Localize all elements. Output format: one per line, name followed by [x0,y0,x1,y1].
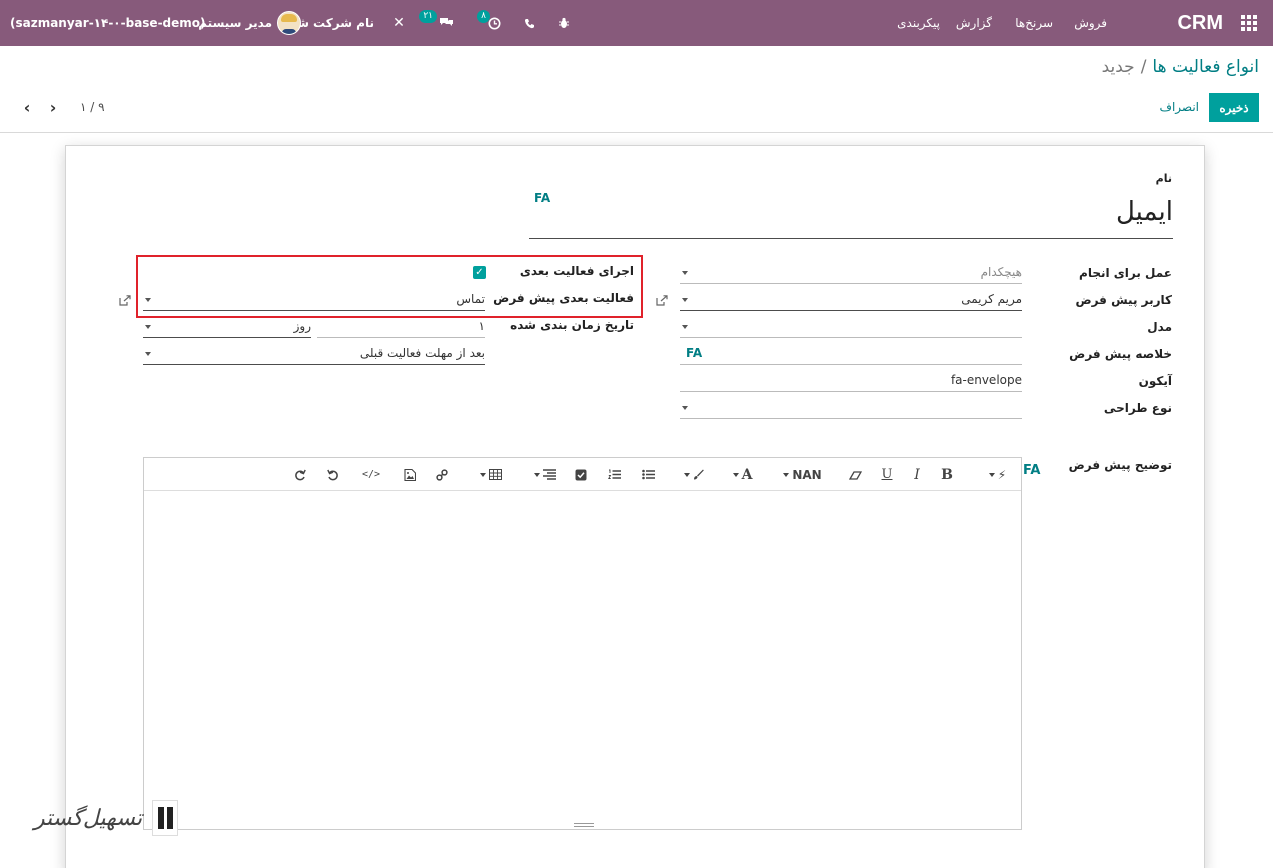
menu-configuration[interactable]: پیکربندی [897,0,940,46]
summary-translate-button[interactable]: FA [686,346,702,360]
font-color-letter: A [741,466,753,483]
watermark: تسهیل‌گستر [34,800,179,836]
activity-clock-icon[interactable] [485,0,503,46]
menu-report[interactable]: گزارش [956,0,992,46]
apps-menu-icon[interactable] [1241,0,1259,46]
top-navbar: CRM فروش سرنخ‌ها گزارش پیکربندی ۸ ۲۱ ✕ ن… [0,0,1273,46]
description-editor[interactable]: ⚡ B I U NAN A </> [143,457,1022,830]
watermark-logo [152,800,179,836]
activity-count-badge: ۸ [477,10,490,23]
messages-chat-icon[interactable] [437,0,455,46]
name-value: ایمیل [1115,197,1173,227]
delay-from-value: بعد از مهلت فعالیت قبلی [359,346,485,360]
model-select[interactable] [680,316,1022,338]
debug-bug-icon[interactable] [555,0,573,46]
magic-wand-icon[interactable]: ⚡ [982,466,1010,483]
pager-next-chevron-icon[interactable]: › [46,97,60,117]
table-icon[interactable] [474,466,504,483]
chevron-down-icon [145,352,151,356]
chevron-down-icon [682,271,688,275]
italic-button[interactable]: I [910,466,924,483]
link-icon[interactable] [434,466,450,483]
image-icon[interactable] [402,466,418,483]
external-link-icon[interactable] [656,295,669,306]
font-size-dropdown[interactable]: NAN [778,466,824,483]
paint-brush-icon[interactable] [678,466,706,483]
delay-unit-value: روز [293,319,311,333]
chevron-down-icon [682,325,688,329]
delay-count-value: ۱ [478,319,485,333]
default-summary-label: خلاصه پیش فرض [1069,347,1172,361]
delay-unit-select[interactable]: روز [143,316,311,338]
bold-button[interactable]: B [939,466,955,483]
font-color-dropdown[interactable]: A [726,466,756,483]
default-user-value: مریم کریمی [961,292,1022,306]
form-sheet: نام FA ایمیل عمل برای انجام هیچکدام کارب… [65,145,1205,868]
action-value: هیچکدام [980,265,1022,279]
decoration-type-label: نوع طراحی [1103,401,1172,415]
chevron-down-icon [682,406,688,410]
action-select[interactable]: هیچکدام [680,262,1022,284]
eraser-icon[interactable] [846,466,864,483]
schedule-date-label: تاریخ زمان بندی شده [510,318,634,332]
delay-count-input[interactable]: ۱ [317,316,485,338]
chevron-down-icon [682,298,688,302]
chevron-down-icon [145,325,151,329]
decoration-type-select[interactable] [680,397,1022,419]
default-user-select[interactable]: مریم کریمی [680,289,1022,311]
database-name: (sazmanyar-۱۴-۰-base-demo) [10,16,206,30]
underline-button[interactable]: U [880,466,894,483]
code-view-icon[interactable]: </> [362,466,380,483]
breadcrumb: انواع فعالیت ها/جدید [1102,57,1259,77]
breadcrumb-current: جدید [1101,57,1135,77]
messages-count-badge: ۲۱ [419,10,437,23]
name-label: نام [1155,172,1172,185]
menu-leads[interactable]: سرنخ‌ها [1015,0,1053,46]
pager-previous-chevron-icon[interactable]: ‹ [20,97,34,117]
numbered-list-icon[interactable] [606,466,622,483]
icon-input[interactable]: fa-envelope [680,370,1022,392]
default-summary-input[interactable]: FA [680,343,1022,365]
save-button[interactable]: ذخیره [1209,93,1259,122]
breadcrumb-parent-link[interactable]: انواع فعالیت ها [1152,57,1259,77]
checklist-icon[interactable] [573,466,589,483]
default-description-label: توضیح پیش فرض [1068,458,1172,472]
external-link-icon[interactable] [119,295,132,306]
editor-toolbar: ⚡ B I U NAN A </> [144,458,1021,491]
menu-sales[interactable]: فروش [1074,0,1107,46]
user-menu[interactable]: مدیر سیستم [198,0,272,46]
tools-icon[interactable]: ✕ [390,0,408,46]
phone-icon[interactable] [520,0,538,46]
breadcrumb-separator: / [1140,57,1147,77]
bullet-list-icon[interactable] [640,466,656,483]
control-panel-divider [0,132,1273,133]
watermark-text: تسهیل‌گستر [34,805,143,831]
app-brand[interactable]: CRM [1177,0,1223,46]
icon-value: fa-envelope [950,373,1022,387]
description-translate-button[interactable]: FA [1023,463,1040,478]
editor-resize-handle[interactable] [574,823,594,827]
user-avatar[interactable] [277,0,301,46]
undo-icon[interactable] [325,466,341,483]
highlight-box [136,255,643,318]
discard-button[interactable]: انصراف [1160,97,1199,117]
default-user-label: کاربر پیش فرض [1075,293,1172,307]
icon-label: آیکون [1138,374,1172,388]
action-label: عمل برای انجام [1079,266,1172,280]
redo-icon[interactable] [292,466,308,483]
pager-value[interactable]: ۱ / ۹ [80,97,105,117]
font-size-value: NAN [792,467,822,482]
delay-from-select[interactable]: بعد از مهلت فعالیت قبلی [143,343,485,365]
name-input[interactable]: ایمیل [529,190,1173,239]
model-label: مدل [1147,320,1172,334]
paragraph-align-icon[interactable] [529,466,557,483]
